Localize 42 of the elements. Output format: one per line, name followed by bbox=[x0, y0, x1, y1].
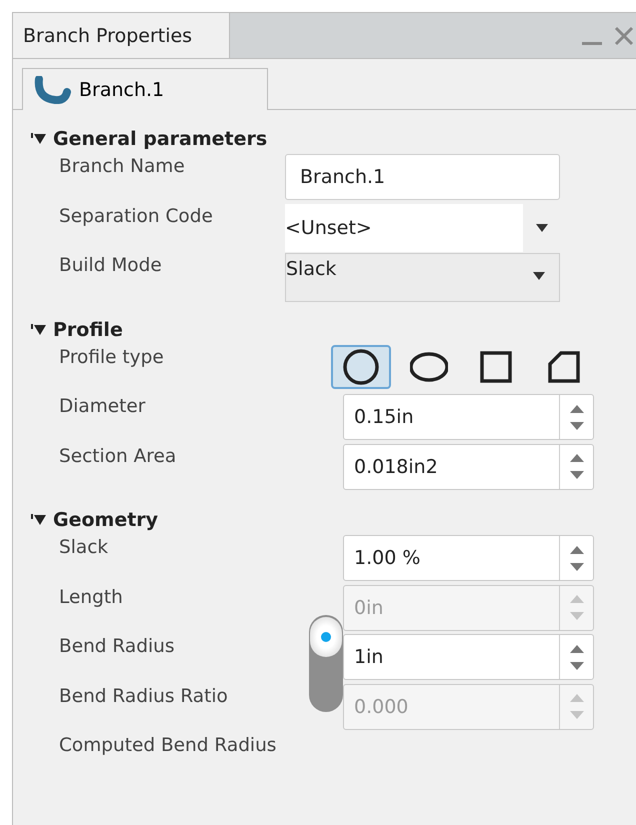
field-label: Computed Bend Radius bbox=[58, 734, 278, 758]
spin-field[interactable]: 1in bbox=[344, 635, 559, 679]
panel-title: Branch Properties bbox=[13, 13, 230, 58]
indicator-dot-icon bbox=[320, 631, 332, 643]
down-arrow-icon[interactable] bbox=[570, 471, 584, 479]
collapse-arrow-icon[interactable] bbox=[31, 513, 47, 527]
down-arrow-icon[interactable] bbox=[570, 662, 584, 670]
down-arrow-icon[interactable] bbox=[570, 422, 584, 430]
spin-box[interactable]: 1in bbox=[343, 634, 594, 680]
spin-box[interactable]: 0.15in bbox=[343, 394, 594, 440]
field-label: Profile type bbox=[58, 346, 165, 370]
profile-shape-button[interactable] bbox=[331, 344, 391, 388]
text-field[interactable]: Branch.1 bbox=[285, 154, 560, 200]
spin-box[interactable]: 0.018in2 bbox=[343, 444, 594, 490]
circle-icon bbox=[342, 348, 380, 386]
down-arrow-icon[interactable] bbox=[570, 562, 584, 570]
collapse-arrow-icon[interactable] bbox=[31, 322, 47, 336]
tab[interactable]: Branch.1 bbox=[22, 68, 268, 110]
up-arrow-icon[interactable] bbox=[570, 404, 584, 412]
spin-box[interactable]: 1.00 % bbox=[343, 535, 594, 581]
spin-field[interactable]: 0.018in2 bbox=[344, 444, 559, 488]
close-icon[interactable] bbox=[614, 26, 634, 46]
section-header: Profile bbox=[53, 318, 123, 340]
field-label: Bend Radius Ratio bbox=[58, 684, 229, 708]
up-arrow-icon[interactable] bbox=[570, 454, 584, 462]
dropdown[interactable]: Slack bbox=[285, 253, 560, 302]
dropdown-arrow-icon[interactable] bbox=[533, 272, 545, 280]
collapse-arrow-icon[interactable] bbox=[31, 132, 47, 146]
field-label: Length bbox=[58, 586, 124, 610]
up-arrow-icon[interactable] bbox=[570, 546, 584, 554]
up-arrow-icon[interactable] bbox=[570, 644, 584, 652]
section-header: Geometry bbox=[53, 509, 158, 531]
toggle-switch[interactable] bbox=[309, 615, 343, 712]
spin-field[interactable]: 1.00 % bbox=[344, 536, 559, 580]
field-label: Bend Radius bbox=[58, 635, 176, 659]
dropdown-arrow-icon[interactable] bbox=[536, 224, 548, 232]
spin-field[interactable]: 0.15in bbox=[344, 395, 559, 439]
pipe-bend-icon bbox=[33, 76, 71, 104]
field-label: Slack bbox=[58, 536, 110, 560]
field-label: Diameter bbox=[58, 395, 146, 419]
field-label: Section Area bbox=[58, 444, 178, 468]
section-header: General parameters bbox=[53, 128, 268, 150]
